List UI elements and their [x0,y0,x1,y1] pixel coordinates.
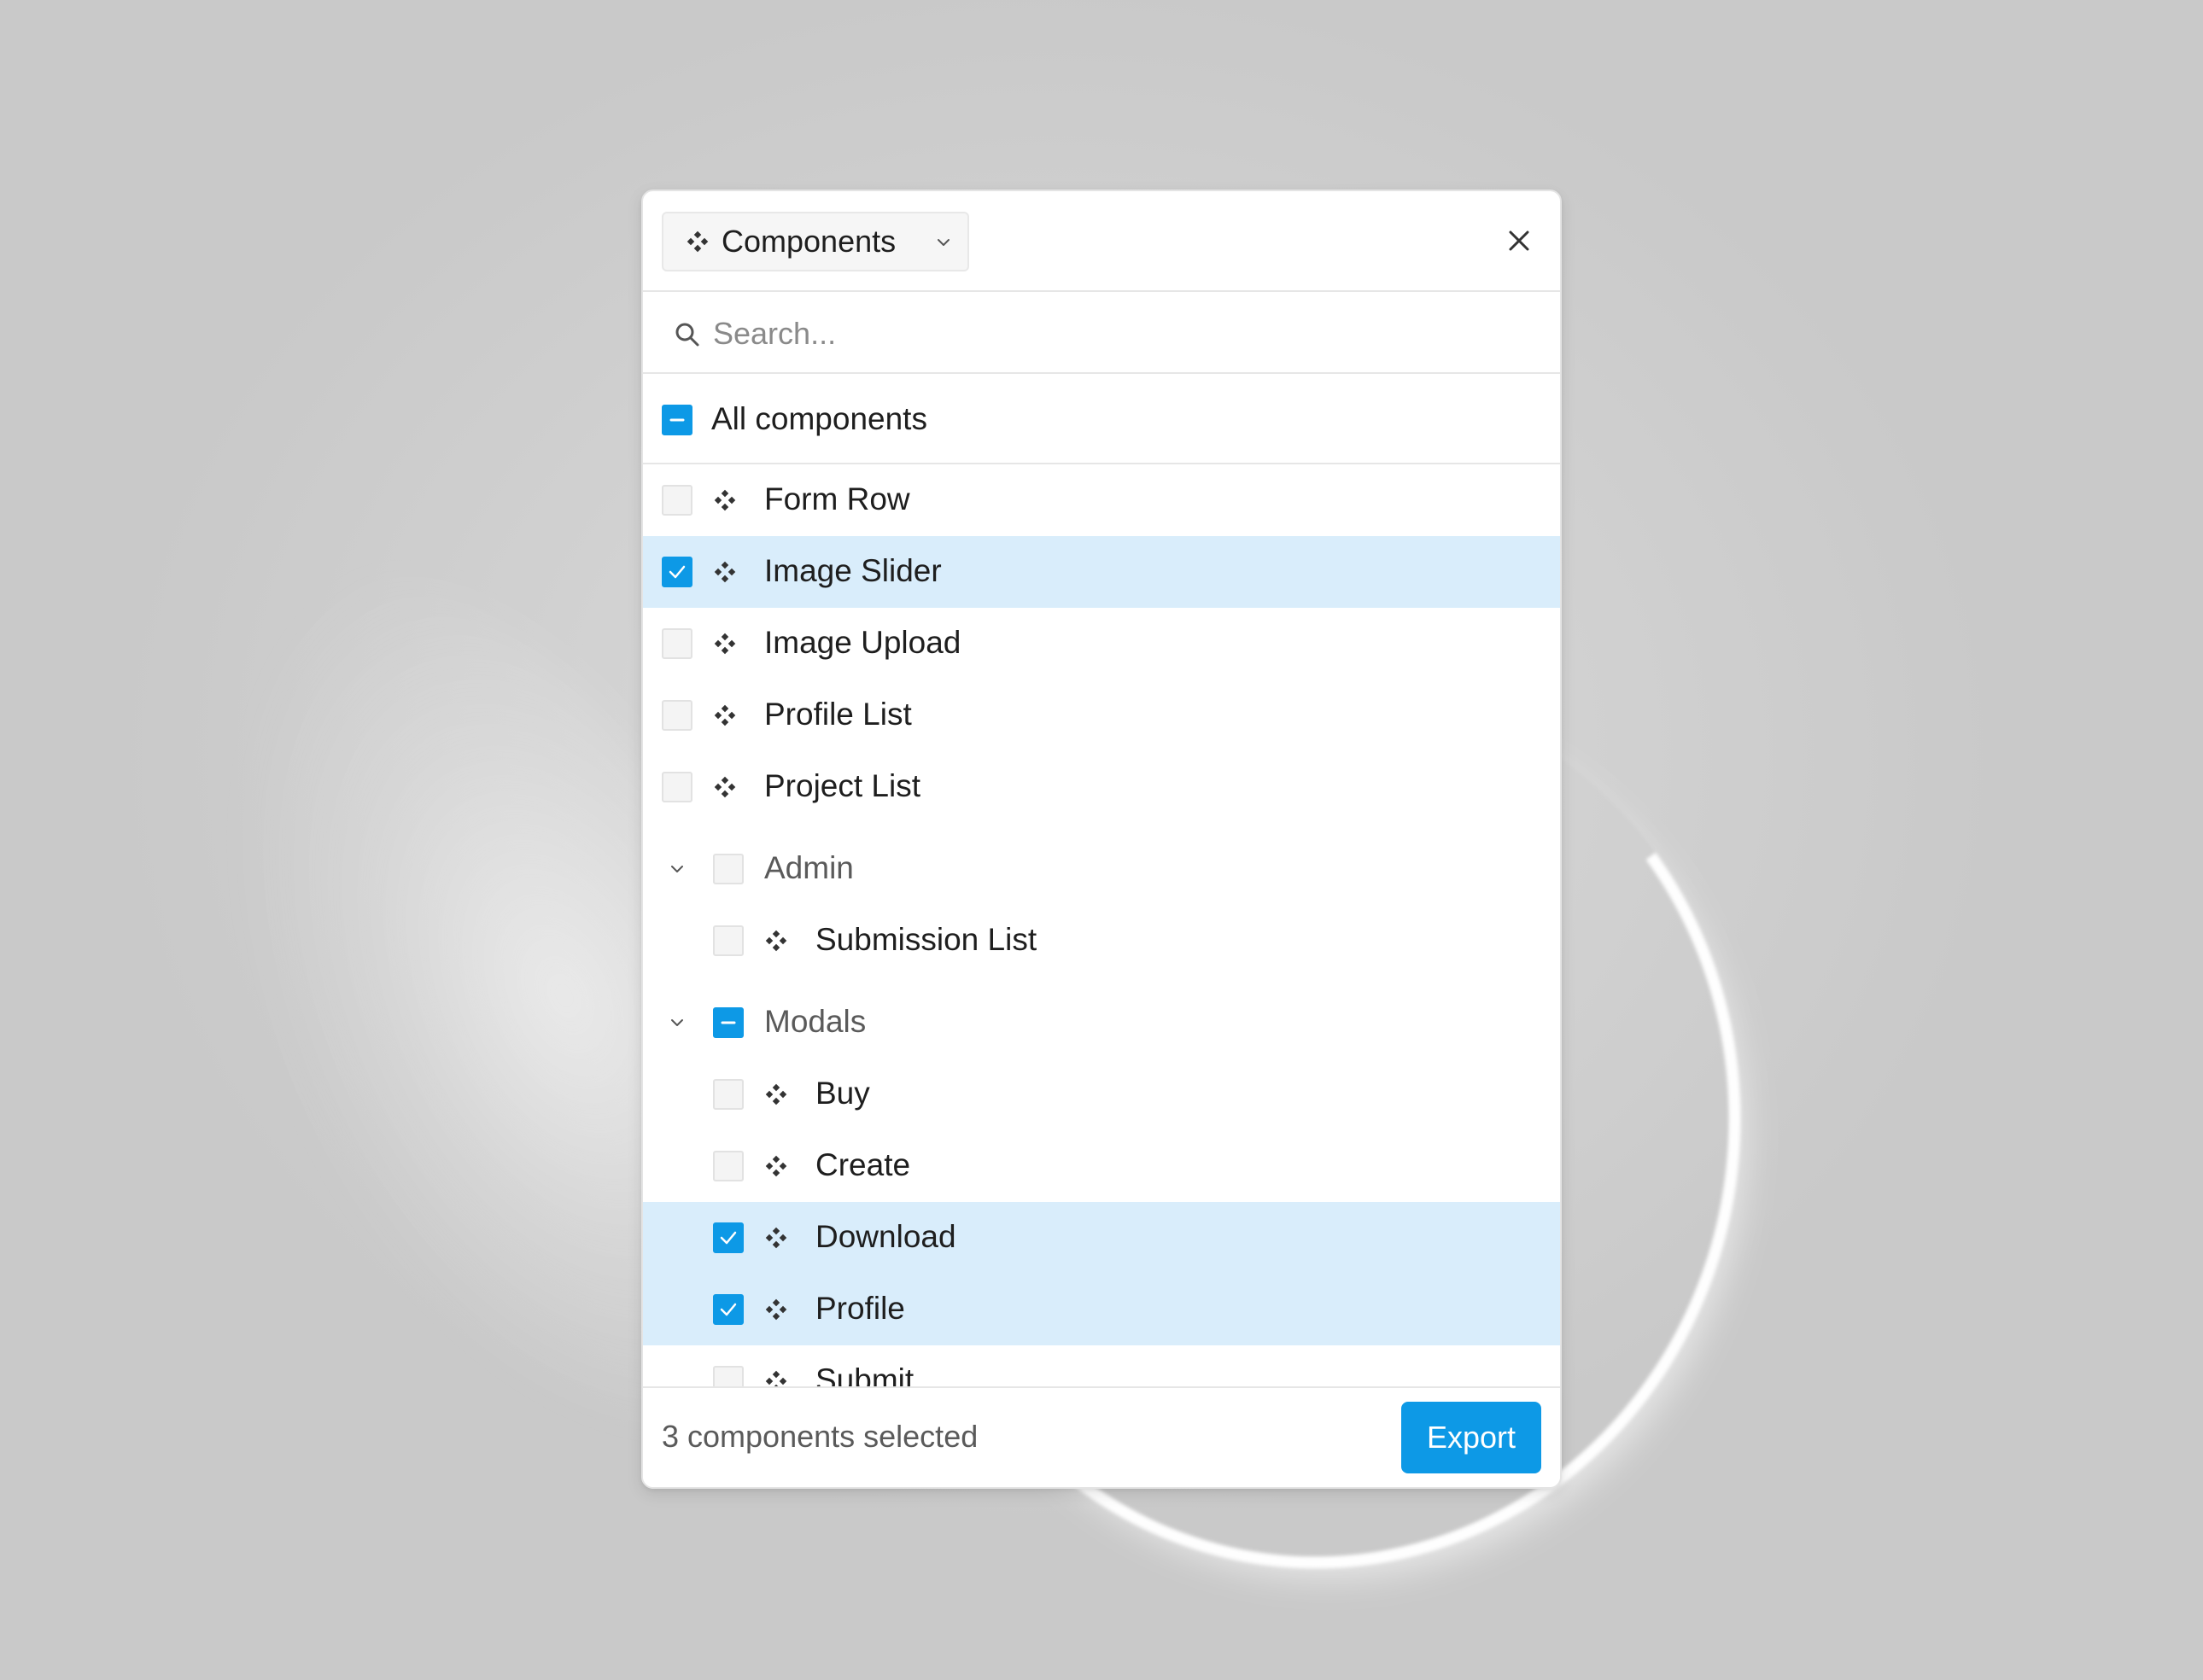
item-label: Profile List [764,697,912,732]
group-checkbox[interactable] [713,1007,744,1038]
item-checkbox[interactable] [662,485,692,516]
panel-header: Components [643,191,1560,292]
list-item[interactable]: Image Upload [643,608,1560,680]
minus-icon [721,1021,736,1024]
export-button[interactable]: Export [1401,1402,1541,1473]
item-checkbox[interactable] [662,700,692,731]
list-item[interactable]: Submission List [643,905,1560,977]
selection-status: 3 components selected [662,1419,979,1454]
item-label: Profile [815,1291,905,1326]
item-checkbox[interactable] [662,628,692,659]
component-icon [765,1298,787,1321]
check-icon [720,1303,737,1316]
export-components-panel: Components All components Form Row [641,190,1562,1489]
all-components-checkbox[interactable] [662,405,692,435]
item-label: Buy [815,1076,870,1111]
list-item[interactable]: Profile List [643,680,1560,751]
list-item[interactable]: Form Row [643,464,1560,536]
component-icon [687,230,709,253]
component-icon [765,1155,787,1177]
component-icon [714,489,736,511]
list-item[interactable]: Download [643,1202,1560,1274]
component-icon [714,633,736,655]
search-icon [675,323,699,347]
check-icon [720,1231,737,1245]
item-checkbox[interactable] [713,1079,744,1110]
component-icon [714,561,736,583]
component-icon [765,1227,787,1249]
item-checkbox[interactable] [713,925,744,956]
item-label: Project List [764,768,921,803]
minus-icon [669,418,685,422]
item-label: Image Upload [764,625,961,660]
component-icon [714,776,736,798]
chevron-down-icon[interactable] [667,1012,687,1033]
item-checkbox[interactable] [662,557,692,587]
search-bar [643,292,1560,374]
item-checkbox[interactable] [713,1151,744,1181]
list-item[interactable]: Project List [643,751,1560,823]
components-dropdown[interactable]: Components [662,212,969,271]
components-list[interactable]: Form Row Image Slider Image Upload Profi… [643,464,1560,1487]
item-checkbox[interactable] [662,772,692,802]
item-label: Submission List [815,922,1037,957]
item-checkbox[interactable] [713,1222,744,1253]
search-input[interactable] [711,307,1534,360]
chevron-down-icon [938,239,950,246]
component-icon [765,930,787,952]
dropdown-label: Components [722,224,897,259]
item-checkbox[interactable] [713,1294,744,1325]
group-row-modals[interactable]: Modals [643,987,1560,1059]
list-item[interactable]: Profile [643,1274,1560,1345]
component-icon [714,704,736,726]
all-components-label: All components [711,401,927,436]
close-icon[interactable] [1502,224,1536,258]
item-label: Create [815,1147,911,1182]
panel-footer: 3 components selected Export [643,1386,1560,1487]
list-item[interactable]: Image Slider [643,536,1560,608]
all-components-row[interactable]: All components [643,374,1560,464]
check-icon [669,565,686,579]
item-label: Download [815,1219,956,1254]
list-item[interactable]: Create [643,1130,1560,1202]
item-label: Image Slider [764,553,942,588]
item-label: Form Row [764,481,910,516]
list-item[interactable]: Buy [643,1059,1560,1130]
group-row-admin[interactable]: Admin [643,833,1560,905]
group-label: Modals [764,1004,867,1039]
group-label: Admin [764,850,854,885]
group-checkbox[interactable] [713,854,744,884]
component-icon [765,1083,787,1105]
chevron-down-icon[interactable] [667,859,687,879]
